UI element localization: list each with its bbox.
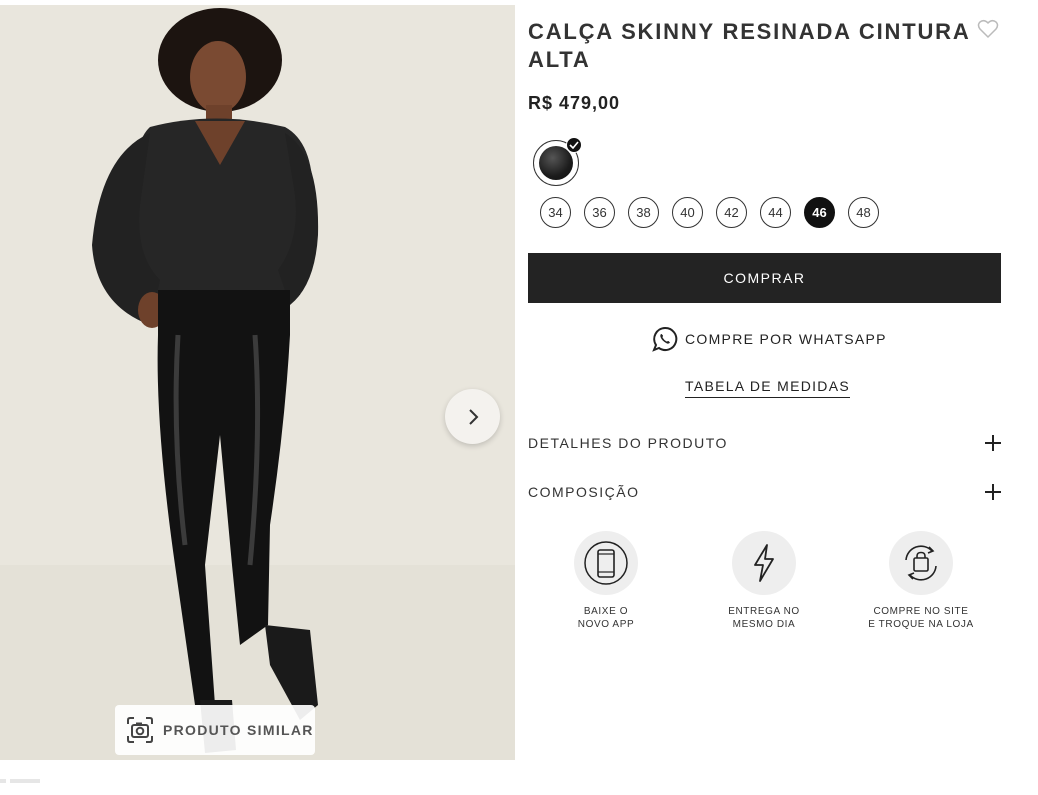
- similar-product-label: PRODUTO SIMILAR: [163, 722, 314, 738]
- size-option-46[interactable]: 46: [804, 197, 835, 228]
- next-image-button[interactable]: [445, 389, 500, 444]
- size-option-42[interactable]: 42: [716, 197, 747, 228]
- wishlist-button[interactable]: [977, 19, 999, 39]
- benefit-text: COMPRE NO SITE E TROQUE NA LOJA: [868, 606, 974, 630]
- similar-product-button[interactable]: PRODUTO SIMILAR: [115, 705, 315, 755]
- whatsapp-buy-link[interactable]: COMPRE POR WHATSAPP: [652, 326, 887, 352]
- size-option-36[interactable]: 36: [584, 197, 615, 228]
- product-photo: [0, 5, 515, 760]
- size-option-40[interactable]: 40: [672, 197, 703, 228]
- heart-icon: [977, 19, 999, 39]
- product-price: R$ 479,00: [528, 93, 621, 113]
- benefit-circle: [732, 531, 796, 595]
- benefit-circle: [574, 531, 638, 595]
- size-option-44[interactable]: 44: [760, 197, 791, 228]
- product-details-accordion[interactable]: DETALHES DO PRODUTO: [528, 431, 1001, 455]
- composition-label: COMPOSIÇÃO: [528, 484, 640, 500]
- camera-icon: [127, 717, 153, 743]
- chevron-right-icon: [468, 408, 478, 425]
- product-image-gallery: PRODUTO SIMILAR: [0, 5, 515, 760]
- benefit-download-app[interactable]: BAIXE O NOVO APP: [536, 531, 676, 631]
- buy-button[interactable]: COMPRAR: [528, 253, 1001, 303]
- benefit-text: ENTREGA NO MESMO DIA: [728, 606, 800, 630]
- benefit-same-day-delivery[interactable]: ENTREGA NO MESMO DIA: [694, 531, 834, 631]
- plus-icon: [985, 484, 1001, 500]
- whatsapp-label: COMPRE POR WHATSAPP: [685, 331, 887, 347]
- benefit-buy-online-exchange-store[interactable]: COMPRE NO SITE E TROQUE NA LOJA: [851, 531, 991, 631]
- whatsapp-icon: [652, 326, 678, 352]
- phone-icon: [584, 541, 628, 585]
- composition-accordion[interactable]: COMPOSIÇÃO: [528, 480, 1001, 504]
- lightning-icon: [754, 544, 774, 582]
- size-selector: 34 36 38 40 42 44 46 48: [540, 197, 892, 228]
- size-chart-link[interactable]: TABELA DE MEDIDAS: [685, 378, 850, 398]
- product-title: CALÇA SKINNY RESINADA CINTURA ALTA: [528, 19, 970, 72]
- thumbnail-indicator: [0, 770, 48, 783]
- benefit-circle: [889, 531, 953, 595]
- product-details-label: DETALHES DO PRODUTO: [528, 435, 728, 451]
- color-swatch-black[interactable]: [533, 137, 582, 186]
- check-icon: [566, 137, 582, 153]
- size-option-34[interactable]: 34: [540, 197, 571, 228]
- size-option-48[interactable]: 48: [848, 197, 879, 228]
- plus-icon: [985, 435, 1001, 451]
- bag-exchange-icon: [905, 545, 937, 581]
- size-option-38[interactable]: 38: [628, 197, 659, 228]
- benefit-text: BAIXE O NOVO APP: [577, 606, 635, 630]
